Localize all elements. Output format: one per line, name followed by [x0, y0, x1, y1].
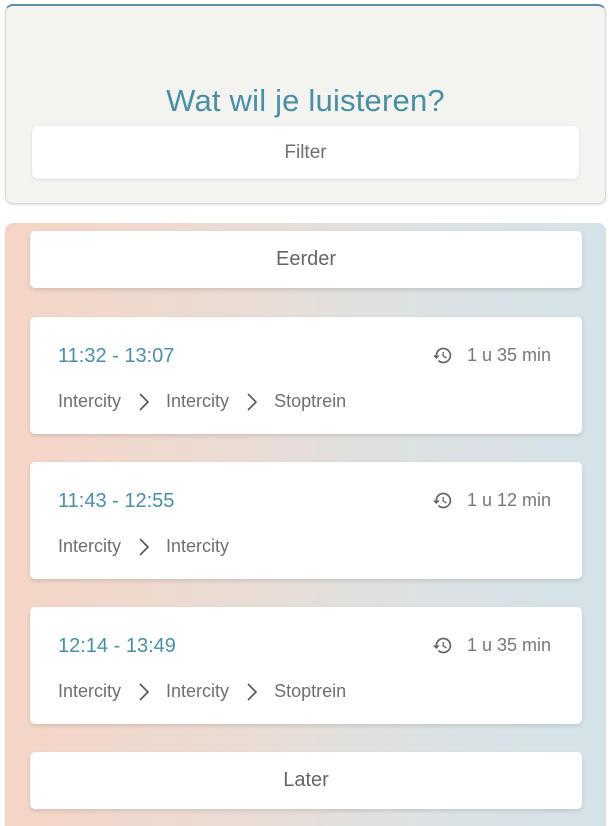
trip-duration: 1 u 12 min — [432, 490, 551, 511]
trip-time: 12:14 - 13:49 — [58, 635, 176, 657]
trip-card[interactable]: 11:32 - 13:07 1 u 35 min Intercity Inter… — [30, 317, 582, 434]
trip-time: 11:32 - 13:07 — [58, 345, 175, 367]
trip-route: Intercity Intercity Stoptrein — [58, 391, 346, 412]
filter-input[interactable] — [32, 126, 579, 179]
chevron-right-icon — [139, 392, 150, 411]
history-icon — [432, 347, 452, 364]
chevron-right-icon — [247, 392, 258, 411]
trip-card[interactable]: 12:14 - 13:49 1 u 35 min Intercity Inter… — [30, 607, 582, 724]
route-segment: Stoptrein — [274, 391, 347, 411]
trip-duration: 1 u 35 min — [432, 345, 551, 366]
trip-route: Intercity Intercity Stoptrein — [58, 681, 346, 702]
earlier-button[interactable]: Eerder — [30, 231, 582, 288]
chevron-right-icon — [139, 537, 150, 556]
history-icon — [432, 492, 452, 509]
trip-route: Intercity Intercity — [58, 536, 229, 557]
history-icon — [432, 637, 452, 654]
route-segment: Intercity — [166, 681, 230, 701]
results-panel: Eerder 11:32 - 13:07 1 u 35 min Intercit… — [5, 223, 606, 826]
route-segment: Intercity — [166, 536, 230, 556]
route-segment: Intercity — [166, 391, 230, 411]
route-segment: Intercity — [58, 391, 122, 411]
chevron-right-icon — [247, 682, 258, 701]
trip-duration-text: 1 u 35 min — [466, 345, 551, 365]
trip-duration: 1 u 35 min — [432, 635, 551, 656]
page-title: Wat wil je luisteren? — [166, 82, 445, 118]
trip-time: 11:43 - 12:55 — [58, 490, 175, 512]
route-segment: Stoptrein — [274, 681, 347, 701]
chevron-right-icon — [139, 682, 150, 701]
route-segment: Intercity — [58, 681, 122, 701]
route-segment: Intercity — [58, 536, 122, 556]
trip-duration-text: 1 u 35 min — [466, 635, 551, 655]
search-panel: Wat wil je luisteren? — [5, 4, 606, 204]
trip-card[interactable]: 11:43 - 12:55 1 u 12 min Intercity Inter… — [30, 462, 582, 579]
trip-duration-text: 1 u 12 min — [466, 490, 551, 510]
later-button[interactable]: Later — [30, 752, 582, 809]
